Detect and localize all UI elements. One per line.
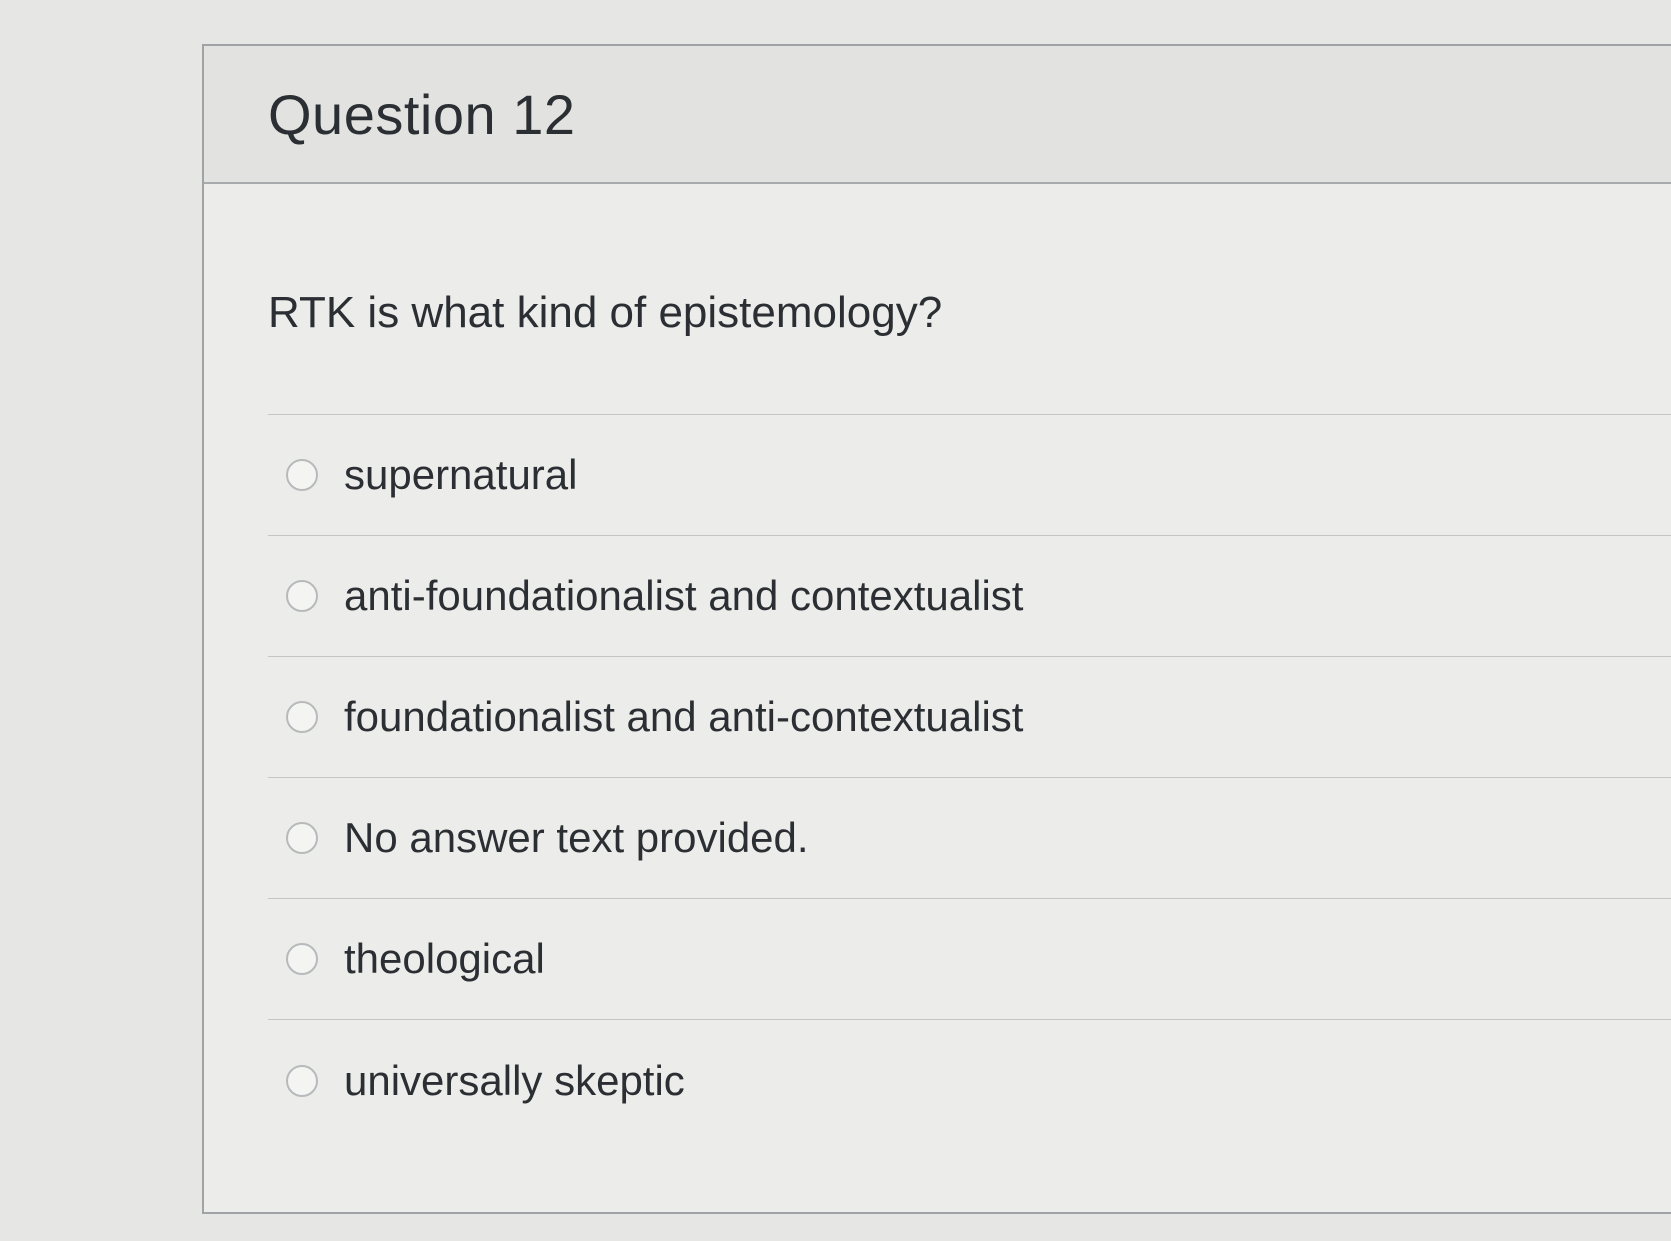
question-body: RTK is what kind of epistemology? supern… — [204, 184, 1671, 1141]
answer-option-universally-skeptic[interactable]: universally skeptic — [268, 1020, 1671, 1141]
answer-option-no-answer-text[interactable]: No answer text provided. — [268, 778, 1671, 899]
answer-option-theological[interactable]: theological — [268, 899, 1671, 1020]
radio-button[interactable] — [286, 1064, 318, 1097]
answer-label[interactable]: universally skeptic — [344, 1057, 685, 1105]
radio-button[interactable] — [286, 822, 318, 854]
question-text: RTK is what kind of epistemology? — [268, 184, 1671, 415]
answer-label[interactable]: foundationalist and anti-contextualist — [344, 693, 1023, 741]
answer-label[interactable]: No answer text provided. — [344, 814, 809, 862]
question-title: Question 12 — [268, 82, 576, 146]
answer-option-supernatural[interactable]: supernatural — [268, 415, 1671, 536]
answer-label[interactable]: anti-foundationalist and contextualist — [344, 572, 1023, 620]
radio-button[interactable] — [286, 701, 318, 733]
answer-list: supernatural anti-foundationalist and co… — [268, 415, 1671, 1141]
radio-button[interactable] — [286, 943, 318, 975]
question-card: Question 12 RTK is what kind of epistemo… — [202, 44, 1671, 1214]
answer-label[interactable]: supernatural — [344, 451, 577, 499]
answer-option-foundationalist[interactable]: foundationalist and anti-contextualist — [268, 657, 1671, 778]
question-header: Question 12 — [204, 46, 1671, 184]
radio-button[interactable] — [286, 459, 318, 491]
radio-button[interactable] — [286, 580, 318, 612]
answer-label[interactable]: theological — [344, 935, 545, 983]
answer-option-anti-foundationalist[interactable]: anti-foundationalist and contextualist — [268, 536, 1671, 657]
